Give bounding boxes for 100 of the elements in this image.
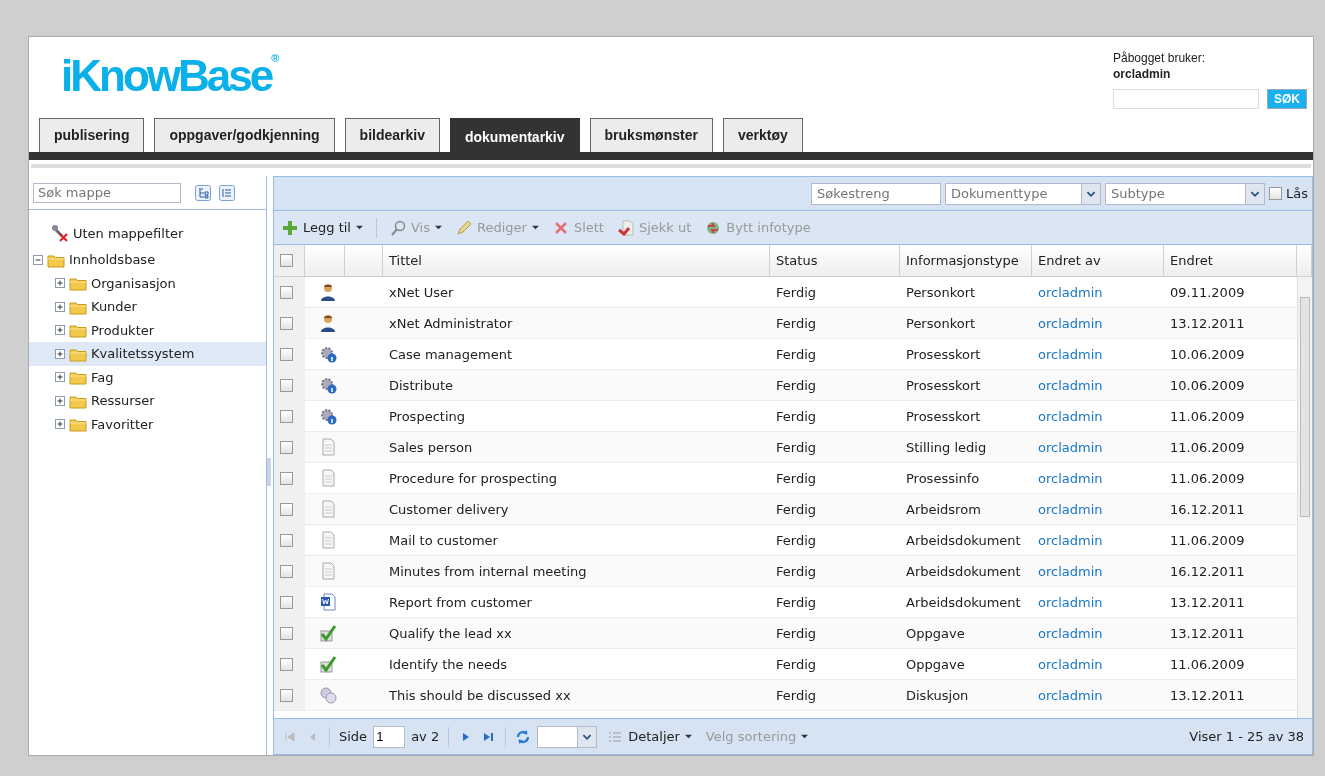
nav-tab[interactable]: bruksmønster	[589, 118, 713, 152]
user-link[interactable]: orcladmin	[1032, 339, 1164, 369]
user-link[interactable]: orcladmin	[1032, 587, 1164, 617]
table-cell-text: Ferdig	[775, 686, 817, 705]
tree-item[interactable]: Favoritter	[89, 416, 156, 432]
row-checkbox[interactable]	[280, 409, 293, 423]
table-cell-text: Ferdig	[775, 283, 817, 302]
user-link[interactable]: orcladmin	[1032, 649, 1164, 679]
table-cell-text: 11.06.2009	[1169, 469, 1246, 488]
table-cell-text: 11.06.2009	[1169, 655, 1246, 674]
column-header[interactable]: Status	[770, 245, 900, 276]
expand-icon[interactable]	[55, 278, 65, 289]
user-link[interactable]: orcladmin	[1032, 463, 1164, 493]
expand-icon[interactable]	[55, 419, 65, 430]
collapse-icon[interactable]	[33, 254, 43, 265]
row-checkbox[interactable]	[280, 688, 293, 702]
user-link[interactable]: orcladmin	[1032, 370, 1164, 400]
expand-icon[interactable]	[55, 301, 65, 312]
last-page-icon[interactable]	[482, 730, 495, 743]
chat-bubbles-icon	[319, 686, 337, 704]
person-icon	[319, 283, 337, 301]
table-cell-text: 10.06.2009	[1169, 345, 1246, 364]
checkmark-icon	[319, 624, 337, 642]
select-all-checkbox[interactable]	[280, 254, 293, 267]
refresh-icon[interactable]	[515, 728, 532, 745]
row-checkbox[interactable]	[280, 502, 293, 516]
row-checkbox[interactable]	[280, 285, 293, 299]
tree-item[interactable]: Uten mappefilter	[71, 225, 186, 241]
table-cell-text: Ferdig	[775, 469, 817, 488]
table-cell-text: Oppgave	[905, 624, 966, 643]
tree-view-icon[interactable]	[195, 184, 211, 201]
expand-icon[interactable]	[55, 395, 65, 406]
user-link[interactable]: orcladmin	[1032, 680, 1164, 710]
user-link[interactable]: orcladmin	[1032, 432, 1164, 462]
row-checkbox[interactable]	[280, 471, 293, 485]
table-cell-text: xNet User	[388, 283, 455, 302]
tree-item[interactable]: Fag	[89, 369, 116, 385]
row-checkbox[interactable]	[280, 595, 293, 609]
row-checkbox[interactable]	[280, 626, 293, 640]
gear-info-icon	[319, 376, 337, 394]
toolbar-button[interactable]: Legg til	[278, 217, 367, 238]
row-checkbox[interactable]	[280, 440, 293, 454]
user-link[interactable]: orcladmin	[1032, 525, 1164, 555]
user-link[interactable]: orcladmin	[1032, 277, 1164, 307]
tree-item[interactable]: Innholdsbase	[67, 252, 158, 268]
tree-item[interactable]: Organisasjon	[89, 275, 178, 291]
user-link[interactable]: orcladmin	[1032, 401, 1164, 431]
page-field[interactable]: 1	[373, 725, 406, 748]
nav-tab[interactable]: oppgaver/godkjenning	[154, 118, 335, 152]
collapse-handle[interactable]	[267, 458, 271, 486]
user-link[interactable]: orcladmin	[1032, 308, 1164, 338]
dropdown-arrow-icon[interactable]	[577, 725, 598, 748]
view-menu-button[interactable]: Detaljer	[603, 726, 696, 747]
column-header[interactable]: Informasjonstype	[900, 245, 1032, 276]
column-header[interactable]: Tittel	[383, 245, 770, 276]
user-link[interactable]: orcladmin	[1032, 494, 1164, 524]
tree-item[interactable]: Produkter	[89, 322, 157, 338]
tree-item[interactable]: Kunder	[89, 299, 139, 315]
row-checkbox[interactable]	[280, 378, 293, 392]
table-cell-text: 11.06.2009	[1169, 407, 1246, 426]
table-cell-text: Mail to customer	[388, 531, 499, 550]
expand-icon[interactable]	[55, 348, 65, 359]
table-cell-text: Ferdig	[775, 407, 817, 426]
magnifier-icon	[390, 219, 406, 236]
row-checkbox[interactable]	[280, 657, 293, 671]
user-link[interactable]: orcladmin	[1032, 618, 1164, 648]
row-checkbox[interactable]	[280, 533, 293, 547]
row-checkbox[interactable]	[280, 347, 293, 361]
table-cell-text: Ferdig	[775, 624, 817, 643]
nav-tab[interactable]: publisering	[39, 118, 145, 152]
gear-info-icon	[319, 345, 337, 363]
folder-search-field[interactable]: Søk mappe	[33, 182, 181, 203]
user-link[interactable]: orcladmin	[1032, 556, 1164, 586]
list-view-icon[interactable]	[219, 184, 235, 201]
folder-icon	[69, 322, 87, 339]
column-header[interactable]: Endret av	[1032, 245, 1164, 276]
table-cell-text: Prosesskort	[905, 345, 982, 364]
tree-item[interactable]: Ressurser	[89, 393, 157, 409]
expand-icon[interactable]	[55, 325, 65, 336]
dropdown-arrow-icon[interactable]	[1081, 182, 1101, 205]
column-header[interactable]: Endret	[1164, 245, 1297, 276]
nav-tab[interactable]: dokumentarkiv	[449, 118, 580, 152]
table-cell-text: Ferdig	[775, 655, 817, 674]
person-icon	[319, 314, 337, 332]
lock-checkbox[interactable]	[1269, 187, 1282, 200]
table-cell-text: 09.11.2009	[1169, 283, 1246, 302]
table-cell-text: 13.12.2011	[1169, 686, 1246, 705]
scrollbar[interactable]	[1297, 277, 1312, 718]
nav-tab[interactable]: verktøy	[722, 118, 803, 152]
expand-icon[interactable]	[55, 372, 65, 383]
first-page-icon[interactable]	[284, 730, 296, 743]
dropdown-arrow-icon[interactable]	[1245, 182, 1265, 205]
table-cell-text: 11.06.2009	[1169, 531, 1246, 550]
nav-tab[interactable]: bildearkiv	[344, 118, 440, 152]
row-checkbox[interactable]	[280, 316, 293, 330]
table-cell-text: Arbeidsdokument	[905, 531, 1022, 550]
row-checkbox[interactable]	[280, 564, 293, 578]
search-field[interactable]	[1113, 89, 1259, 109]
search-field[interactable]: Søkestreng	[811, 182, 941, 205]
document-icon	[319, 531, 337, 549]
